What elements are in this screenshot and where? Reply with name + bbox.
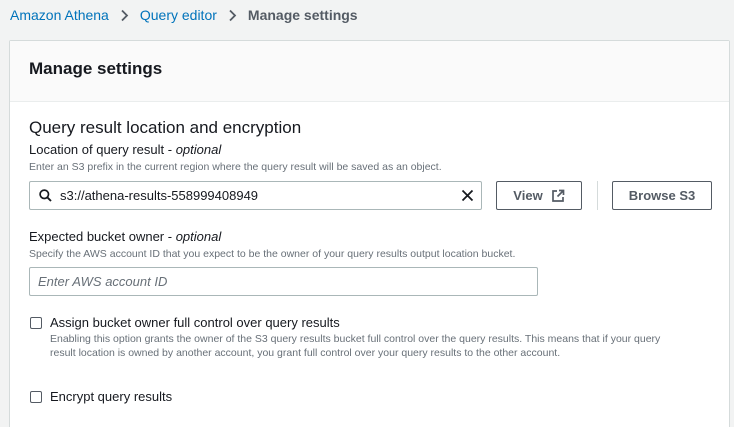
chevron-right-icon	[228, 9, 237, 22]
view-button-label: View	[513, 188, 543, 203]
settings-panel: Manage settings Query result location an…	[9, 40, 730, 427]
bucket-owner-label: Expected bucket owner - optional	[29, 229, 221, 244]
bucket-owner-label-text: Expected bucket owner -	[29, 229, 176, 244]
assign-owner-description-line-1: Enabling this option grants the owner of…	[50, 333, 661, 345]
close-icon[interactable]	[461, 189, 474, 202]
breadcrumb-link-athena[interactable]: Amazon Athena	[10, 7, 109, 23]
encrypt-label[interactable]: Encrypt query results	[50, 389, 172, 404]
search-icon	[39, 189, 52, 202]
panel-header: Manage settings	[10, 41, 729, 102]
optional-tag: optional	[175, 142, 222, 157]
page: Amazon Athena Query editor Manage settin…	[0, 0, 734, 427]
browse-s3-button[interactable]: Browse S3	[612, 181, 712, 210]
query-result-location-description: Enter an S3 prefix in the current region…	[29, 161, 442, 173]
query-result-location-value[interactable]: s3://athena-results-558999408949	[60, 188, 461, 203]
section-title: Query result location and encryption	[29, 118, 302, 137]
view-button[interactable]: View	[496, 181, 582, 210]
breadcrumb-link-query-editor[interactable]: Query editor	[140, 7, 217, 23]
optional-tag: optional	[175, 229, 222, 244]
encrypt-checkbox[interactable]	[30, 391, 42, 403]
chevron-right-icon	[120, 9, 129, 22]
bucket-owner-description: Specify the AWS account ID that you expe…	[29, 248, 516, 260]
query-result-location-label-text: Location of query result -	[29, 142, 176, 157]
query-result-location-label: Location of query result - optional	[29, 142, 221, 157]
aws-account-id-input[interactable]	[29, 267, 538, 296]
assign-owner-checkbox[interactable]	[30, 317, 42, 329]
assign-owner-label[interactable]: Assign bucket owner full control over qu…	[50, 315, 340, 330]
query-result-location-input[interactable]: s3://athena-results-558999408949	[29, 181, 482, 210]
panel-title: Manage settings	[29, 59, 163, 78]
divider	[597, 181, 598, 210]
breadcrumb-current: Manage settings	[247, 7, 358, 23]
external-link-icon	[551, 189, 565, 203]
breadcrumb: Amazon Athena Query editor Manage settin…	[10, 6, 358, 24]
assign-owner-description-line-2: result location is owned by another acco…	[50, 347, 561, 359]
